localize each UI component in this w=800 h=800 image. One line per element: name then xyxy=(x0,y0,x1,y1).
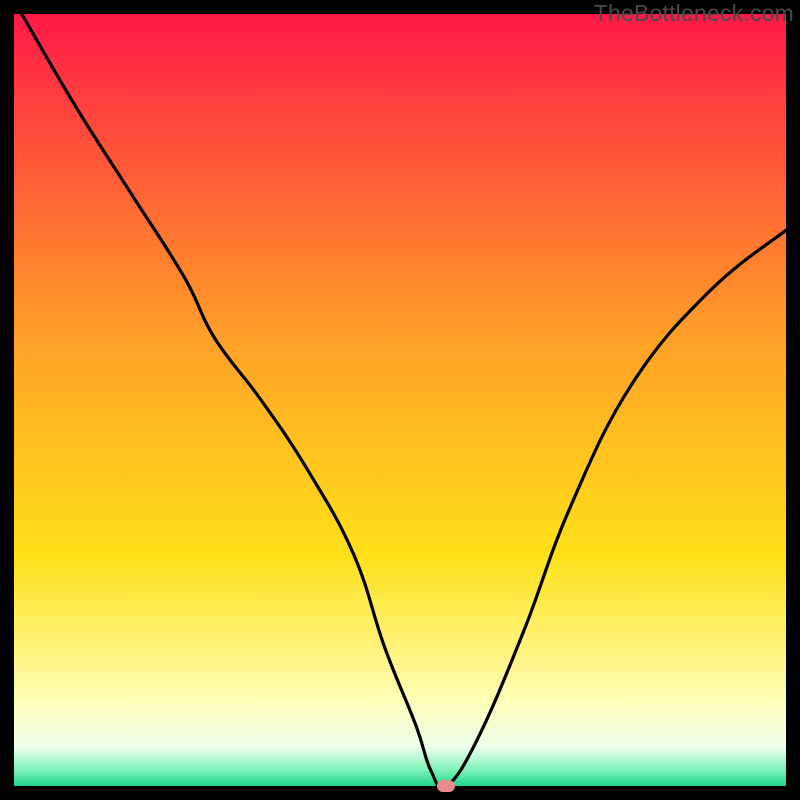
watermark-text: TheBottleneck.com xyxy=(594,0,794,27)
optimal-point-marker xyxy=(437,780,455,792)
bottleneck-curve xyxy=(14,14,786,786)
